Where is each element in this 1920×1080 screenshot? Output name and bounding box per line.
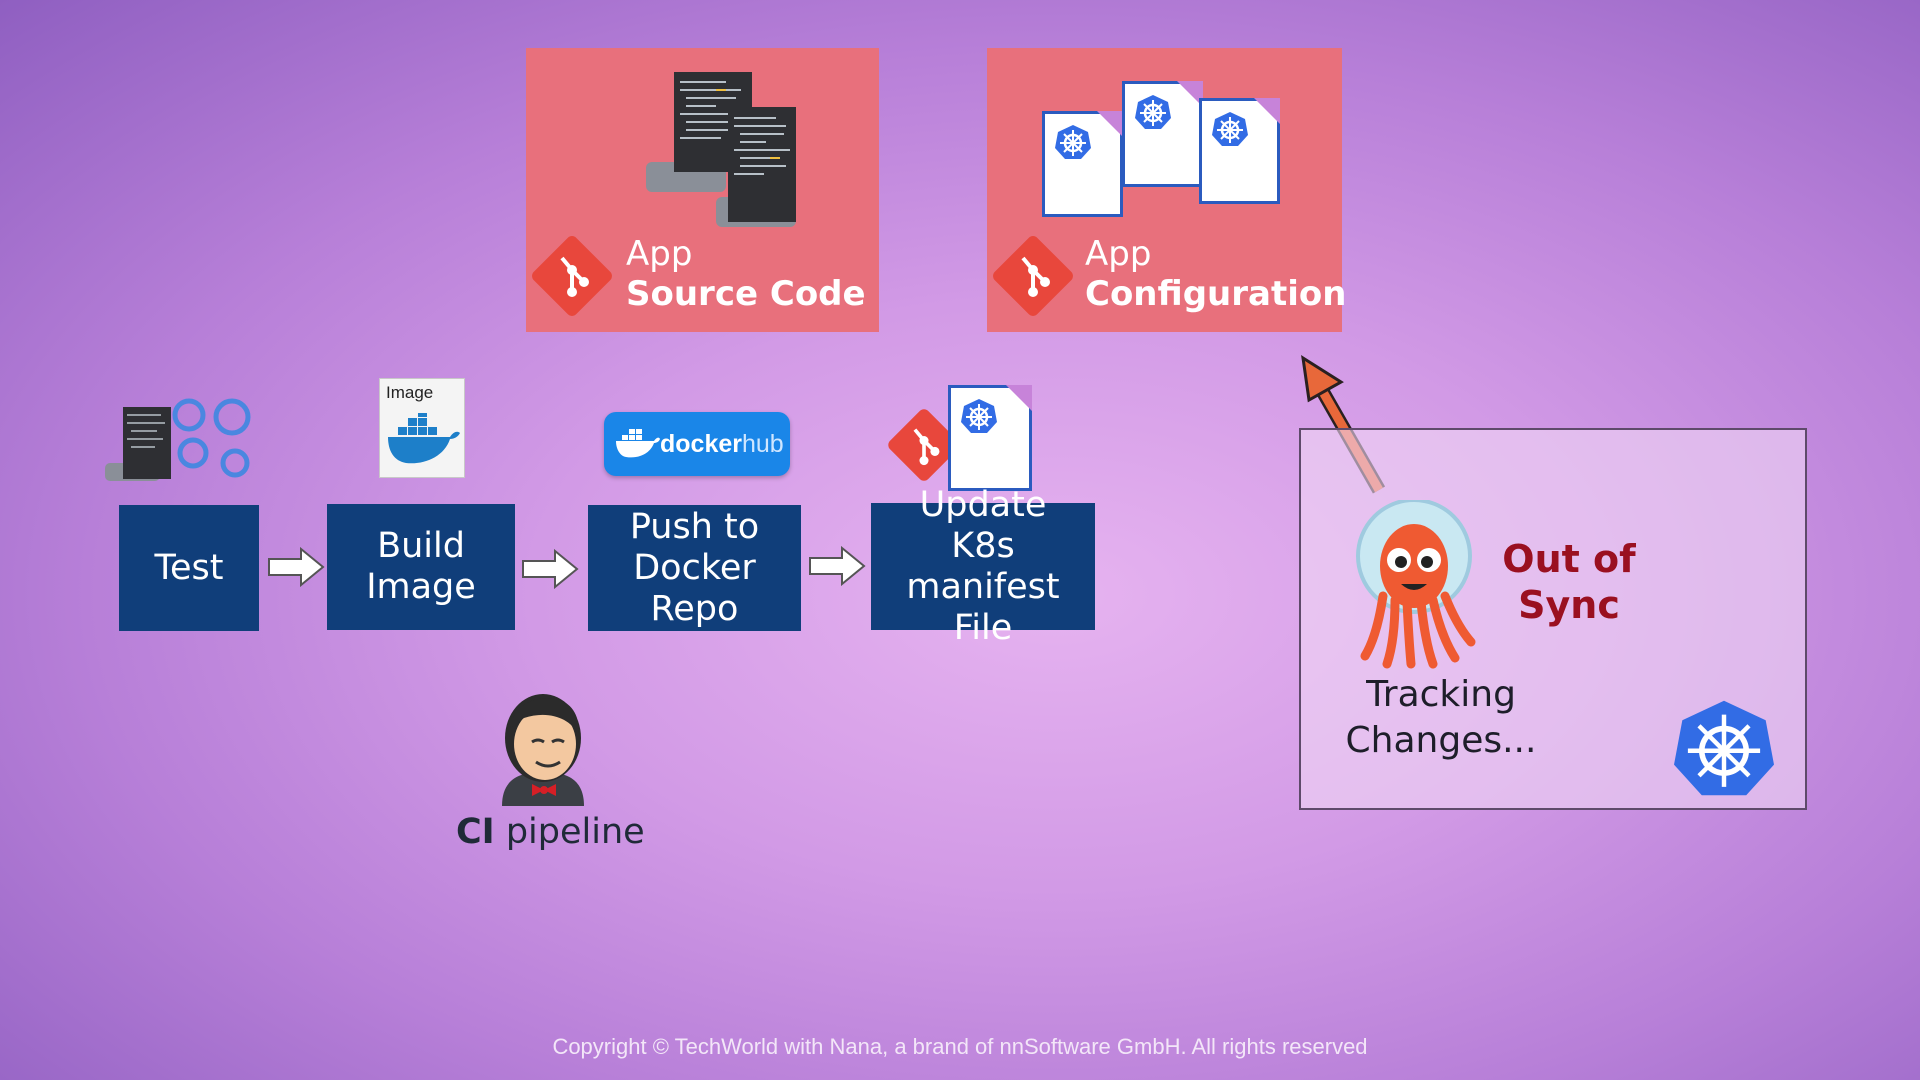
- k8s-manifest-doc-icon: [1042, 111, 1123, 217]
- copyright-footer: Copyright © TechWorld with Nana, a brand…: [552, 1034, 1368, 1059]
- argocd-mascot-icon: [1356, 500, 1476, 669]
- ci-label-rest: pipeline: [494, 812, 645, 852]
- repo-label-line2: Source Code: [626, 274, 866, 314]
- docker-image-card: Image: [379, 378, 465, 478]
- dockerhub-label-hub: hub: [741, 429, 784, 458]
- docker-whale-icon: [616, 429, 660, 458]
- sync-status-text: Out of Sync: [1469, 536, 1669, 628]
- tracking-line1: Tracking: [1366, 674, 1516, 715]
- flow-arrow-icon: [809, 546, 866, 586]
- step-label: Update K8s manifest File: [906, 484, 1060, 648]
- step-label: Test: [154, 547, 224, 588]
- argocd-tracking-box: Out of Sync Tracking Changes...: [1299, 428, 1807, 810]
- ci-pipeline-label: CI pipeline: [456, 812, 645, 852]
- step-label: Push to Docker Repo: [629, 506, 760, 629]
- k8s-manifest-doc-icon: [948, 385, 1032, 491]
- code-files-icon: [646, 72, 796, 227]
- repo-label-line1: App: [626, 234, 693, 274]
- step-label: Build Image: [366, 526, 476, 607]
- ci-label-bold: CI: [456, 812, 495, 852]
- step-build-image: Build Image: [327, 504, 515, 630]
- kubernetes-icon: [1674, 700, 1774, 796]
- tracking-line2: Changes...: [1345, 720, 1537, 761]
- step-update-k8s-manifest: Update K8s manifest File: [871, 485, 1095, 648]
- step-push-docker-repo: Push to Docker Repo: [588, 505, 801, 631]
- dockerhub-logo: docker hub: [604, 412, 790, 476]
- repo-label-line1: App: [1085, 234, 1152, 274]
- step-test: Test: [119, 505, 259, 631]
- sync-status-line2: Sync: [1518, 583, 1620, 627]
- dockerhub-label-docker: docker: [660, 429, 742, 458]
- image-card-label: Image: [386, 383, 434, 402]
- k8s-manifest-doc-icon: [1199, 98, 1280, 204]
- k8s-manifest-doc-icon: [1122, 81, 1203, 187]
- flow-arrow-icon: [522, 549, 579, 589]
- sync-status-line1: Out of: [1502, 537, 1636, 581]
- tracking-changes-text: Tracking Changes...: [1321, 672, 1561, 764]
- docker-whale-icon: [388, 413, 460, 464]
- git-branch-icon: [560, 256, 589, 297]
- app-source-code-box: App Source Code: [526, 48, 879, 332]
- git-branch-icon: [1021, 256, 1050, 297]
- jenkins-icon: [502, 694, 584, 806]
- git-branch-icon: [913, 428, 940, 466]
- flow-arrow-icon: [268, 547, 325, 587]
- test-gears-icon: [105, 398, 251, 481]
- repo-label-line2: Configuration: [1085, 274, 1347, 314]
- app-configuration-box: App Configuration: [987, 48, 1346, 332]
